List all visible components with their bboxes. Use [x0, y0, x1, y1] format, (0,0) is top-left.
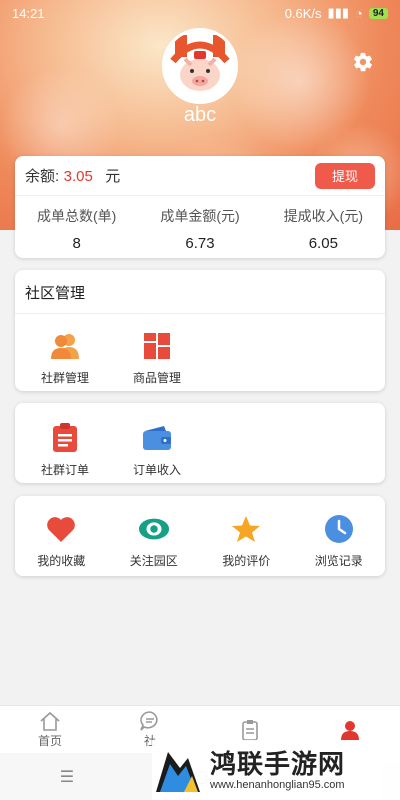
browse-history[interactable]: 浏览记录	[293, 513, 386, 569]
clipboard-icon	[49, 422, 81, 454]
wifi-icon: ◔	[355, 5, 363, 21]
wallet-icon	[141, 422, 173, 454]
order-income[interactable]: 订单收入	[111, 422, 203, 478]
user-icon	[339, 719, 361, 741]
watermark-logo	[156, 752, 200, 792]
my-reviews[interactable]: 我的评价	[200, 513, 293, 569]
balance-label: 余额:	[25, 168, 60, 185]
chat-icon	[139, 710, 161, 732]
watermark-title: 鸿联手游网	[210, 749, 346, 779]
balance-unit: 元	[105, 168, 121, 185]
community-card: 社区管理 社群管理 商品管理	[15, 270, 385, 391]
clipboard-icon	[239, 719, 261, 741]
eye-icon	[138, 513, 170, 545]
status-bar: 14:21 0.6K/s ▮▮▮ ◔ 94	[0, 0, 400, 26]
stat-order-amount[interactable]: 成单金额(元) 6.73	[138, 206, 261, 252]
community-title: 社区管理	[15, 270, 385, 314]
watermark-url: www.henanhonglian95.com	[210, 779, 345, 791]
stats-row: 成单总数(单) 8 成单金额(元) 6.73 提成收入(元) 6.05	[15, 196, 385, 252]
settings-gear-icon[interactable]	[352, 51, 374, 73]
community-orders[interactable]: 社群订单	[19, 422, 111, 478]
avatar[interactable]	[162, 28, 238, 104]
balance-value: 3.05	[63, 168, 93, 185]
menu-icon[interactable]: ☰	[60, 767, 74, 787]
stat-order-count[interactable]: 成单总数(单) 8	[15, 206, 138, 252]
clock-icon	[323, 513, 355, 545]
battery-icon: 94	[368, 7, 388, 19]
stat-commission[interactable]: 提成收入(元) 6.05	[262, 206, 385, 252]
status-time: 14:21	[12, 5, 45, 21]
community-group-manage[interactable]: 社群管理	[19, 330, 111, 386]
signal-icon: ▮▮▮	[327, 5, 350, 20]
network-speed: 0.6K/s	[284, 5, 322, 21]
home-icon	[39, 710, 61, 732]
balance-card: 余额: 3.05 元 提现 成单总数(单) 8 成单金额(元) 6.73 提成收…	[15, 156, 385, 258]
heart-icon	[45, 513, 77, 545]
follow-park[interactable]: 关注园区	[108, 513, 201, 569]
my-favorites[interactable]: 我的收藏	[15, 513, 108, 569]
grid-icon	[141, 330, 173, 362]
orders-card: 社群订单 订单收入	[15, 403, 385, 483]
community-product-manage[interactable]: 商品管理	[111, 330, 203, 386]
shortcuts-card: 我的收藏 关注园区 我的评价 浏览记录	[15, 496, 385, 576]
users-icon	[49, 330, 81, 362]
withdraw-button[interactable]: 提现	[315, 162, 375, 189]
username: abc	[183, 104, 217, 126]
watermark: 鸿联手游网 www.henanhonglian95.com	[152, 740, 400, 800]
tab-home[interactable]: 首页	[0, 706, 100, 753]
star-icon	[230, 513, 262, 545]
